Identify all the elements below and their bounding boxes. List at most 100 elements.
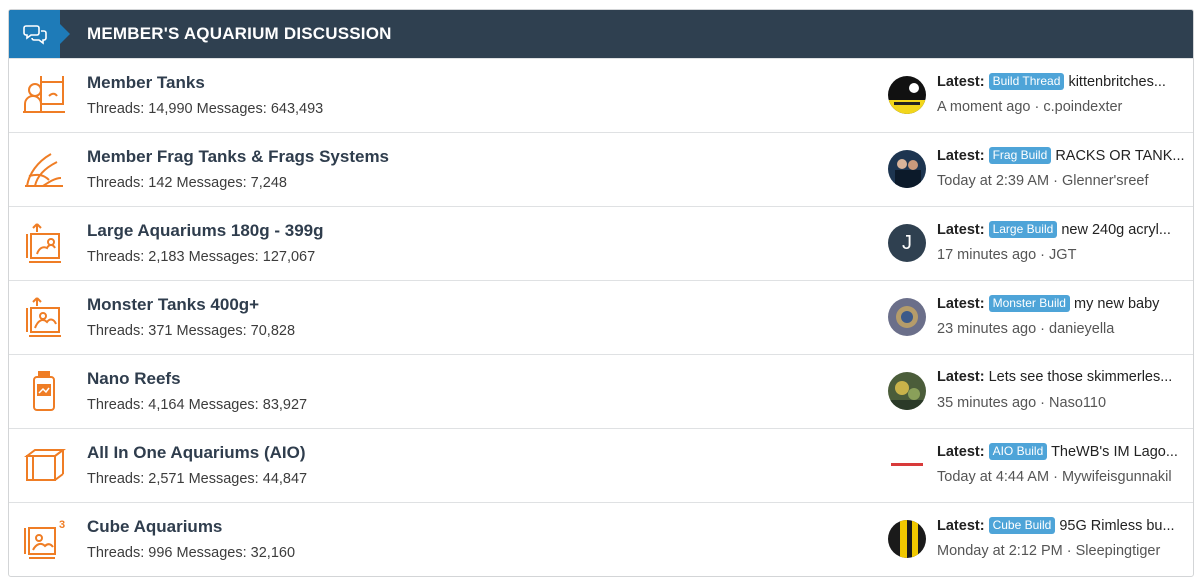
latest-label: Latest:	[937, 369, 985, 385]
latest-label: Latest:	[937, 222, 985, 238]
nano-jar-icon[interactable]	[21, 368, 67, 414]
latest-post[interactable]: Latest: Monster Build my new baby	[937, 295, 1185, 312]
category-title[interactable]: MEMBER'S AQUARIUM DISCUSSION	[87, 10, 392, 58]
avatar[interactable]	[888, 446, 926, 484]
latest-post[interactable]: Latest: Build Thread kittenbritches...	[937, 73, 1185, 90]
latest-time[interactable]: 23 minutes ago	[937, 321, 1036, 337]
latest-thread-title[interactable]: TheWB's IM Lago...	[1051, 444, 1178, 460]
chat-bubbles-icon	[9, 10, 70, 58]
messages-label: Messages:	[196, 101, 267, 117]
latest-time[interactable]: A moment ago	[937, 99, 1031, 115]
latest-meta: A moment ago · c.poindexter	[937, 99, 1123, 115]
latest-user[interactable]: c.poindexter	[1043, 99, 1122, 115]
latest-post[interactable]: Latest: Frag Build RACKS OR TANK...	[937, 147, 1185, 164]
forum-title[interactable]: Member Frag Tanks & Frags Systems	[87, 147, 389, 167]
latest-user[interactable]: Naso110	[1049, 395, 1106, 411]
latest-post[interactable]: Latest: Lets see those skimmerles...	[937, 369, 1185, 385]
thread-prefix-badge[interactable]: Cube Build	[988, 517, 1056, 534]
latest-thread-title[interactable]: 95G Rimless bu...	[1059, 518, 1174, 534]
latest-meta: 17 minutes ago · JGT	[937, 247, 1077, 263]
threads-label: Threads:	[87, 323, 145, 339]
threads-count: 14,990	[148, 101, 193, 117]
large-tank-icon[interactable]	[21, 220, 67, 266]
threads-count: 142	[148, 175, 173, 191]
latest-label: Latest:	[937, 74, 985, 90]
avatar[interactable]	[888, 150, 926, 188]
avatar[interactable]	[888, 76, 926, 114]
cube-tank-icon[interactable]: 3	[21, 516, 67, 562]
avatar[interactable]	[888, 520, 926, 558]
messages-label: Messages:	[188, 397, 259, 413]
latest-user[interactable]: Mywifeisgunnakil	[1062, 469, 1172, 485]
latest-post[interactable]: Latest: Cube Build 95G Rimless bu...	[937, 517, 1185, 534]
latest-thread-title[interactable]: new 240g acryl...	[1061, 222, 1171, 238]
latest-user[interactable]: Sleepingtiger	[1076, 543, 1161, 559]
latest-post[interactable]: Latest: Large Build new 240g acryl...	[937, 221, 1185, 238]
forum-title[interactable]: Nano Reefs	[87, 369, 181, 389]
threads-label: Threads:	[87, 249, 145, 265]
thread-prefix-badge[interactable]: Build Thread	[988, 73, 1065, 90]
latest-meta: 35 minutes ago · Naso110	[937, 395, 1107, 411]
thread-prefix-badge[interactable]: Frag Build	[988, 147, 1052, 164]
svg-text:3: 3	[59, 519, 65, 531]
frag-coral-icon[interactable]	[21, 146, 67, 192]
threads-label: Threads:	[87, 545, 145, 561]
forum-row: Large Aquariums 180g - 399g Threads: 2,1…	[9, 206, 1193, 280]
forum-title[interactable]: All In One Aquariums (AIO)	[87, 443, 306, 463]
latest-time[interactable]: Monday at 2:12 PM	[937, 543, 1063, 559]
forum-stats: Threads: 142 Messages: 7,248	[87, 175, 287, 191]
latest-user[interactable]: Glenner'sreef	[1062, 173, 1149, 189]
threads-count: 996	[148, 545, 173, 561]
monster-tank-icon[interactable]	[21, 294, 67, 340]
latest-time[interactable]: Today at 2:39 AM	[937, 173, 1049, 189]
messages-count: 32,160	[250, 545, 296, 561]
avatar[interactable]	[888, 298, 926, 336]
latest-time[interactable]: 35 minutes ago	[937, 395, 1036, 411]
forum-title[interactable]: Large Aquariums 180g - 399g	[87, 221, 324, 241]
latest-time[interactable]: Today at 4:44 AM	[937, 469, 1049, 485]
thread-prefix-badge[interactable]: Monster Build	[988, 295, 1070, 312]
latest-thread-title[interactable]: Lets see those skimmerles...	[989, 369, 1173, 385]
forum-title[interactable]: Member Tanks	[87, 73, 205, 93]
threads-count: 2,571	[148, 471, 185, 487]
avatar[interactable]: J	[888, 224, 926, 262]
forum-stats: Threads: 996 Messages: 32,160	[87, 545, 295, 561]
messages-count: 7,248	[250, 175, 287, 191]
avatar-letter: J	[902, 232, 912, 254]
messages-label: Messages:	[188, 249, 259, 265]
thread-prefix-badge[interactable]: AIO Build	[988, 443, 1048, 460]
messages-label: Messages:	[176, 175, 247, 191]
messages-count: 70,828	[250, 323, 296, 339]
forum-row: 3 Cube Aquariums Threads: 996 Messages: …	[9, 502, 1193, 576]
latest-user[interactable]: danieyella	[1049, 321, 1114, 337]
latest-post[interactable]: Latest: AIO Build TheWB's IM Lago...	[937, 443, 1185, 460]
avatar[interactable]	[888, 372, 926, 410]
latest-thread-title[interactable]: RACKS OR TANK...	[1055, 148, 1184, 164]
threads-count: 2,183	[148, 249, 185, 265]
threads-label: Threads:	[87, 101, 145, 117]
forum-stats: Threads: 14,990 Messages: 643,493	[87, 101, 323, 117]
latest-label: Latest:	[937, 444, 985, 460]
latest-meta: Today at 4:44 AM · Mywifeisgunnakil	[937, 469, 1172, 485]
forum-title[interactable]: Monster Tanks 400g+	[87, 295, 259, 315]
aio-tank-icon[interactable]	[21, 442, 67, 488]
messages-label: Messages:	[176, 545, 247, 561]
messages-label: Messages:	[188, 471, 259, 487]
forum-category-block: MEMBER'S AQUARIUM DISCUSSION Member Tank…	[8, 9, 1194, 577]
latest-thread-title[interactable]: kittenbritches...	[1068, 74, 1166, 90]
threads-count: 4,164	[148, 397, 185, 413]
latest-user[interactable]: JGT	[1049, 247, 1076, 263]
messages-count: 44,847	[262, 471, 308, 487]
latest-thread-title[interactable]: my new baby	[1074, 296, 1159, 312]
messages-label: Messages:	[176, 323, 247, 339]
threads-count: 371	[148, 323, 173, 339]
thread-prefix-badge[interactable]: Large Build	[988, 221, 1058, 238]
forum-row: Monster Tanks 400g+ Threads: 371 Message…	[9, 280, 1193, 354]
latest-time[interactable]: 17 minutes ago	[937, 247, 1036, 263]
person-at-tank-icon[interactable]	[21, 72, 67, 118]
messages-count: 127,067	[262, 249, 316, 265]
forum-row: Member Tanks Threads: 14,990 Messages: 6…	[9, 58, 1193, 132]
latest-meta: 23 minutes ago · danieyella	[937, 321, 1115, 337]
forum-title[interactable]: Cube Aquariums	[87, 517, 222, 537]
category-header[interactable]: MEMBER'S AQUARIUM DISCUSSION	[9, 10, 1193, 58]
